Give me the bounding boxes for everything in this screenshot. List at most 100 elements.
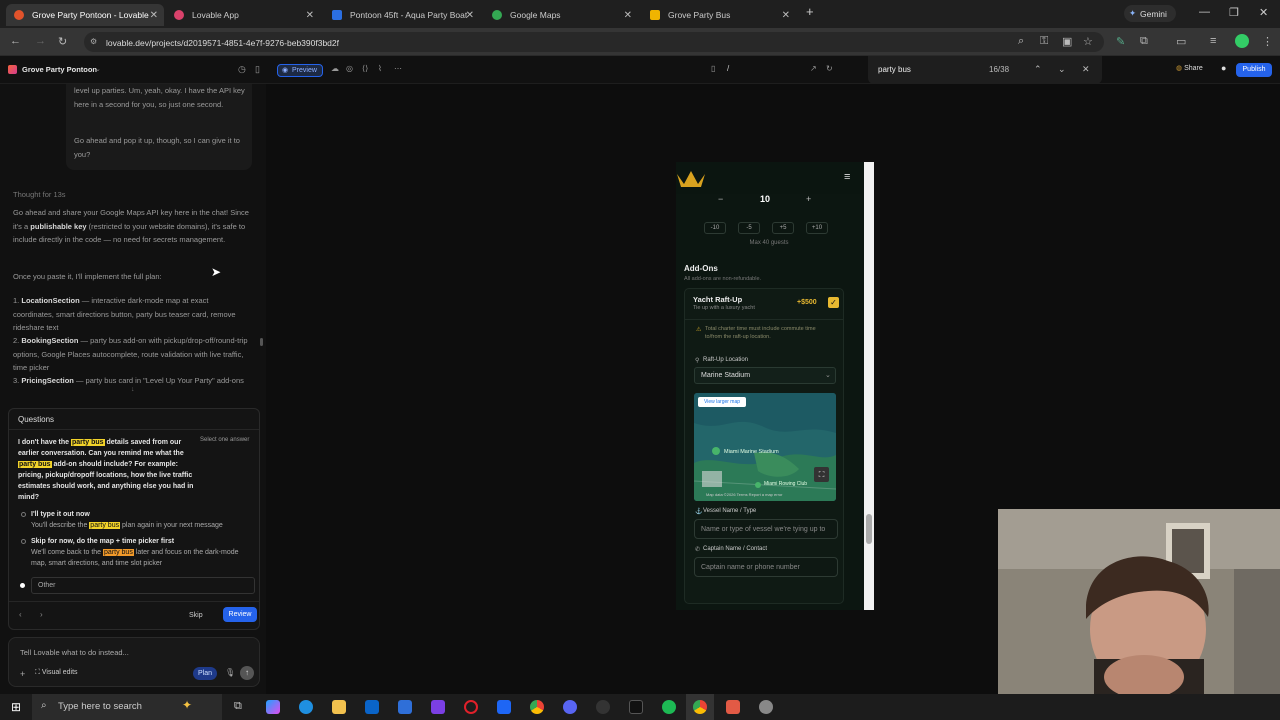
step-minus-5[interactable]: -5 <box>738 222 760 234</box>
close-tab-icon[interactable]: ✕ <box>624 10 632 21</box>
raftup-checkbox[interactable]: ✓ <box>828 297 839 308</box>
review-button[interactable]: Review <box>223 607 257 622</box>
tab-pontoon-aqua[interactable]: Pontoon 45ft - Aqua Party Boat ✕ <box>324 4 480 26</box>
plan-toggle[interactable]: Plan <box>193 667 217 680</box>
close-tab-icon[interactable]: ✕ <box>150 10 158 21</box>
captain-input[interactable]: Captain name or phone number <box>694 557 838 577</box>
history-icon[interactable]: ◷ <box>238 64 246 75</box>
install-app-icon[interactable]: ▣ <box>1062 35 1072 48</box>
composer-input[interactable]: Tell Lovable what to do instead... <box>20 648 129 657</box>
radio-selected-icon[interactable] <box>20 583 25 588</box>
embedded-map[interactable]: View larger map Miami Marine Stadium Mia… <box>694 393 836 501</box>
extensions-icon[interactable]: ⧉ <box>1140 35 1148 48</box>
zoom-icon[interactable]: ⌕ <box>1018 35 1024 48</box>
step-plus-10[interactable]: +10 <box>806 222 828 234</box>
step-minus-10[interactable]: -10 <box>704 222 726 234</box>
obs-icon[interactable] <box>596 700 610 714</box>
attach-plus-icon[interactable]: + <box>20 669 25 679</box>
next-question-icon[interactable]: › <box>40 610 43 619</box>
chrome-menu-icon[interactable]: ⋮ <box>1262 35 1273 48</box>
share-button[interactable]: ◍ Share <box>1176 64 1203 77</box>
decrement-guests-button[interactable]: − <box>718 194 723 204</box>
close-tab-icon[interactable]: ✕ <box>466 10 474 21</box>
cursor-app-icon[interactable] <box>629 700 643 714</box>
raft-location-select[interactable]: Marine Stadium ⌄ <box>694 367 836 384</box>
taskbar-search[interactable]: ⌕ Type here to search ✦ <box>32 694 222 720</box>
preview-scrollbar-thumb[interactable] <box>866 514 872 544</box>
thought-duration[interactable]: Thought for 13s <box>13 188 66 202</box>
vscode-icon[interactable] <box>497 700 511 714</box>
fullscreen-icon[interactable]: ⛶ <box>814 467 829 482</box>
view-larger-map-link[interactable]: View larger map <box>698 397 747 407</box>
chat-scrollbar[interactable] <box>260 338 263 346</box>
option-type-it-out[interactable]: I'll type it out now You'll describe the … <box>13 509 255 535</box>
scroll-down-icon[interactable]: ↓ <box>131 386 135 393</box>
prev-question-icon[interactable]: ‹ <box>19 610 22 619</box>
github-icon[interactable]: ● <box>1221 63 1226 73</box>
map-place-label[interactable]: Miami Rowing Club <box>764 481 807 487</box>
app-icon[interactable] <box>431 700 445 714</box>
visual-edits-button[interactable]: ⛶ Visual edits <box>35 669 78 677</box>
bookmark-star-icon[interactable]: ☆ <box>1083 35 1093 48</box>
back-icon[interactable]: ← <box>10 35 21 47</box>
skip-button[interactable]: Skip <box>189 612 203 619</box>
pen-extension-icon[interactable]: ✎ <box>1116 35 1125 48</box>
step-plus-5[interactable]: +5 <box>772 222 794 234</box>
more-icon[interactable]: ⋯ <box>394 64 402 73</box>
reload-icon[interactable]: ↻ <box>58 35 67 48</box>
code-icon[interactable]: ⟨⟩ <box>362 64 368 73</box>
vessel-input[interactable]: Name or type of vessel we're tying up to <box>694 519 838 539</box>
side-panel-icon[interactable]: ▭ <box>1176 35 1186 48</box>
close-tab-icon[interactable]: ✕ <box>782 10 790 21</box>
analytics-icon[interactable]: ⌇ <box>378 64 382 73</box>
preview-button[interactable]: ◉ Preview <box>277 64 323 77</box>
profile-avatar[interactable] <box>1235 34 1249 48</box>
store-icon[interactable] <box>398 700 412 714</box>
map-attribution[interactable]: Map data ©2026 Terms Report a map error <box>706 492 782 497</box>
tab-lovable-app[interactable]: Lovable App ✕ <box>166 4 320 26</box>
tab-grove-party-bus[interactable]: Grove Party Bus ✕ <box>642 4 796 26</box>
close-tab-icon[interactable]: ✕ <box>306 10 314 21</box>
increment-guests-button[interactable]: + <box>806 194 811 204</box>
preview-scrollbar-track[interactable] <box>864 162 874 610</box>
tab-google-maps[interactable]: Google Maps ✕ <box>484 4 638 26</box>
new-tab-button[interactable]: + <box>806 4 814 19</box>
find-input[interactable]: party bus <box>878 65 911 74</box>
windows-start-icon[interactable]: ⊞ <box>11 700 21 714</box>
site-info-icon[interactable]: ⚙ <box>90 37 97 46</box>
app-icon[interactable] <box>759 700 773 714</box>
url-field[interactable]: ⚙ lovable.dev/projects/d2019571-4851-4e7… <box>84 32 1104 52</box>
task-view-icon[interactable]: ⧉ <box>234 700 242 713</box>
close-window-icon[interactable]: ✕ <box>1259 6 1268 19</box>
project-name[interactable]: Grove Party Pontoon <box>22 65 97 74</box>
outlook-icon[interactable] <box>365 700 379 714</box>
chrome-active-icon[interactable] <box>693 700 707 714</box>
hamburger-menu-icon[interactable]: ≡ <box>844 171 850 183</box>
chevron-down-icon[interactable]: ⌄ <box>95 65 101 73</box>
other-input[interactable]: Other <box>31 577 255 594</box>
spotify-icon[interactable] <box>662 700 676 714</box>
open-external-icon[interactable]: ↗ <box>810 64 817 73</box>
restore-icon[interactable]: ❐ <box>1229 6 1239 19</box>
find-prev-icon[interactable]: ⌃ <box>1034 64 1042 75</box>
forward-icon[interactable]: → <box>35 35 46 47</box>
sidebar-toggle-icon[interactable]: ▯ <box>255 64 260 75</box>
gemini-button[interactable]: ✦ Gemini <box>1124 5 1176 22</box>
find-next-icon[interactable]: ⌄ <box>1058 64 1066 75</box>
file-explorer-icon[interactable] <box>332 700 346 714</box>
app-icon[interactable] <box>726 700 740 714</box>
refresh-preview-icon[interactable]: ↻ <box>826 64 833 73</box>
edge-icon[interactable] <box>299 700 313 714</box>
design-icon[interactable]: ◎ <box>346 64 353 73</box>
option-skip-for-now[interactable]: Skip for now, do the map + time picker f… <box>13 536 255 574</box>
chrome-icon[interactable] <box>530 700 544 714</box>
minimize-icon[interactable]: — <box>1199 6 1210 18</box>
microphone-icon[interactable]: 🎙 <box>225 668 235 677</box>
device-icon[interactable]: ▯ <box>711 64 715 73</box>
map-place-label[interactable]: Miami Marine Stadium <box>724 449 779 455</box>
copilot-icon[interactable] <box>266 700 280 714</box>
cloud-icon[interactable]: ☁ <box>331 64 339 73</box>
route-path[interactable]: / <box>727 64 729 73</box>
tab-grove-party-pontoon[interactable]: Grove Party Pontoon - Lovable ✕ <box>6 4 164 26</box>
publish-button[interactable]: Publish <box>1236 63 1272 77</box>
